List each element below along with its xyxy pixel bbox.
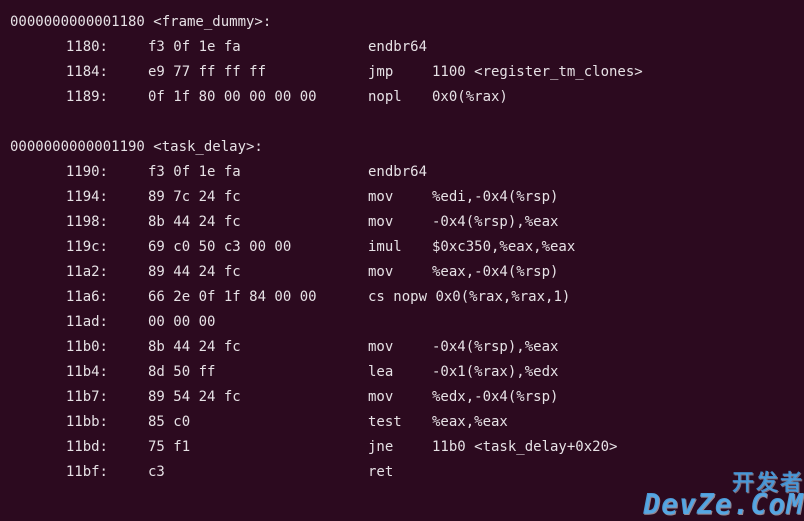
section-header: 0000000000001190 <task_delay>: (10, 135, 794, 160)
hex-bytes: c3 (148, 460, 368, 485)
mnemonic: mov (368, 210, 432, 235)
mnemonic: mov (368, 185, 432, 210)
mnemonic (368, 310, 432, 335)
operands: 1100 <register_tm_clones> (432, 60, 643, 85)
disasm-row: 11b4: 8d 50 fflea-0x1(%rax),%edx (10, 360, 794, 385)
offset-addr: 1194: (10, 185, 108, 210)
offset-addr: 1198: (10, 210, 108, 235)
mnemonic: imul (368, 235, 432, 260)
watermark-line2: DevZe.CoM (643, 491, 804, 519)
offset-addr: 11bb: (10, 410, 108, 435)
operands: 11b0 <task_delay+0x20> (432, 435, 617, 460)
blank-line (10, 110, 794, 135)
offset-addr: 1184: (10, 60, 108, 85)
offset-addr: 11b4: (10, 360, 108, 385)
disasm-row: 11a2: 89 44 24 fcmov%eax,-0x4(%rsp) (10, 260, 794, 285)
offset-addr: 11b0: (10, 335, 108, 360)
operands: 0x0(%rax,%rax,1) (435, 285, 570, 310)
disasm-row: 1190: f3 0f 1e faendbr64 (10, 160, 794, 185)
operands: %eax,%eax (432, 410, 508, 435)
offset-addr: 11b7: (10, 385, 108, 410)
disasm-row: 11bb: 85 c0test%eax,%eax (10, 410, 794, 435)
mnemonic: mov (368, 260, 432, 285)
disasm-row: 11bd: 75 f1jne11b0 <task_delay+0x20> (10, 435, 794, 460)
offset-addr: 1180: (10, 35, 108, 60)
offset-addr: 1189: (10, 85, 108, 110)
section-header: 0000000000001180 <frame_dummy>: (10, 10, 794, 35)
hex-bytes: 0f 1f 80 00 00 00 00 (148, 85, 368, 110)
hex-bytes: 69 c0 50 c3 00 00 (148, 235, 368, 260)
mnemonic: endbr64 (368, 160, 432, 185)
hex-bytes: 66 2e 0f 1f 84 00 00 (148, 285, 368, 310)
disasm-row: 1194: 89 7c 24 fcmov%edi,-0x4(%rsp) (10, 185, 794, 210)
hex-bytes: 89 7c 24 fc (148, 185, 368, 210)
disasm-row: 1189: 0f 1f 80 00 00 00 00nopl0x0(%rax) (10, 85, 794, 110)
terminal-output: 0000000000001180 <frame_dummy>:1180: f3 0… (0, 0, 804, 495)
offset-addr: 11bf: (10, 460, 108, 485)
operands: -0x4(%rsp),%eax (432, 335, 558, 360)
operands: $0xc350,%eax,%eax (432, 235, 575, 260)
hex-bytes: 75 f1 (148, 435, 368, 460)
hex-bytes: 8b 44 24 fc (148, 335, 368, 360)
disasm-row: 11ad: 00 00 00 (10, 310, 794, 335)
offset-addr: 1190: (10, 160, 108, 185)
offset-addr: 11ad: (10, 310, 108, 335)
mnemonic: ret (368, 460, 432, 485)
disasm-row: 11b0: 8b 44 24 fcmov-0x4(%rsp),%eax (10, 335, 794, 360)
hex-bytes: 8b 44 24 fc (148, 210, 368, 235)
disasm-row: 11a6: 66 2e 0f 1f 84 00 00cs nopw 0x0(%ra… (10, 285, 794, 310)
hex-bytes: 89 44 24 fc (148, 260, 368, 285)
hex-bytes: 8d 50 ff (148, 360, 368, 385)
disasm-row: 1184: e9 77 ff ff ffjmp1100 <register_tm_… (10, 60, 794, 85)
hex-bytes: f3 0f 1e fa (148, 160, 368, 185)
disasm-row: 1198: 8b 44 24 fcmov-0x4(%rsp),%eax (10, 210, 794, 235)
mnemonic: cs nopw (368, 285, 427, 310)
hex-bytes: e9 77 ff ff ff (148, 60, 368, 85)
hex-bytes: f3 0f 1e fa (148, 35, 368, 60)
hex-bytes: 89 54 24 fc (148, 385, 368, 410)
operands: %edx,-0x4(%rsp) (432, 385, 558, 410)
operands: %edi,-0x4(%rsp) (432, 185, 558, 210)
offset-addr: 119c: (10, 235, 108, 260)
mnemonic: jmp (368, 60, 432, 85)
offset-addr: 11a2: (10, 260, 108, 285)
mnemonic: nopl (368, 85, 432, 110)
offset-addr: 11a6: (10, 285, 108, 310)
mnemonic: lea (368, 360, 432, 385)
operands: 0x0(%rax) (432, 85, 508, 110)
hex-bytes: 85 c0 (148, 410, 368, 435)
disasm-row: 1180: f3 0f 1e faendbr64 (10, 35, 794, 60)
mnemonic: jne (368, 435, 432, 460)
disasm-row: 11b7: 89 54 24 fcmov%edx,-0x4(%rsp) (10, 385, 794, 410)
operands: %eax,-0x4(%rsp) (432, 260, 558, 285)
hex-bytes: 00 00 00 (148, 310, 368, 335)
mnemonic: mov (368, 385, 432, 410)
mnemonic: test (368, 410, 432, 435)
offset-addr: 11bd: (10, 435, 108, 460)
disasm-row: 11bf: c3ret (10, 460, 794, 485)
mnemonic: endbr64 (368, 35, 432, 60)
operands: -0x4(%rsp),%eax (432, 210, 558, 235)
mnemonic: mov (368, 335, 432, 360)
disasm-row: 119c: 69 c0 50 c3 00 00imul$0xc350,%eax,%… (10, 235, 794, 260)
operands: -0x1(%rax),%edx (432, 360, 558, 385)
